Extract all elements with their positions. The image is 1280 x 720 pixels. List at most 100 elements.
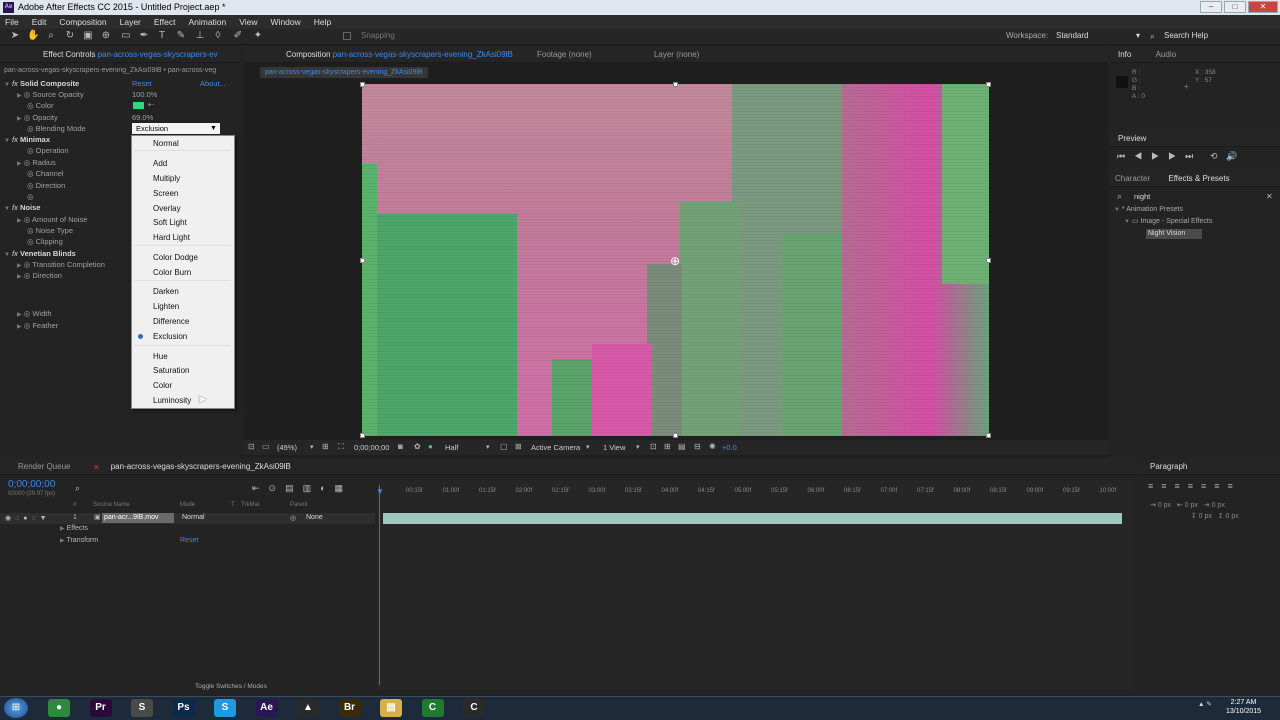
transform-handle[interactable] xyxy=(986,258,991,263)
fast-previews-icon[interactable]: ⊞ xyxy=(664,442,671,451)
blend-mode-option[interactable]: Difference xyxy=(153,315,189,328)
taskbar-photoshop-icon[interactable]: Ps xyxy=(172,699,195,717)
blend-mode-option[interactable]: Saturation xyxy=(153,364,189,377)
start-button[interactable]: ⊞ xyxy=(4,698,28,718)
layer-transform[interactable]: ▶ Transform xyxy=(60,537,98,544)
eraser-tool-icon[interactable]: ◊ xyxy=(212,30,224,42)
timeline-timecode[interactable]: 0;00;00;00 xyxy=(8,479,55,490)
tray-icons[interactable]: ▲ ✎ xyxy=(1198,700,1212,708)
tab-paragraph[interactable]: Paragraph xyxy=(1150,462,1187,471)
taskbar-sublime-icon[interactable]: S xyxy=(131,699,153,717)
minimize-button[interactable]: – xyxy=(1200,1,1222,13)
zoom-level[interactable]: (49%) xyxy=(277,443,297,452)
blend-mode-option[interactable]: Exclusion xyxy=(153,330,187,343)
effects-search-input[interactable]: night xyxy=(1134,192,1150,201)
camera-select[interactable]: Active Camera xyxy=(531,443,580,452)
timeline-icon[interactable]: ▤ xyxy=(678,442,686,451)
menu-help[interactable]: Help xyxy=(314,15,331,29)
fx-reset-link[interactable]: Reset xyxy=(132,78,152,89)
fx-noise[interactable]: ▼ fx Noise xyxy=(4,202,40,213)
pickwhip-icon[interactable]: ◎ xyxy=(290,514,296,522)
taskbar-explorer-icon[interactable]: ▤ xyxy=(380,699,402,717)
search-help[interactable]: Search Help xyxy=(1164,31,1208,40)
prop-feather[interactable]: ▶ ◎ Feather xyxy=(17,320,58,331)
prop-amount-of-noise[interactable]: ▶ ◎ Amount of Noise xyxy=(17,214,87,225)
timeline-graph[interactable] xyxy=(377,480,1132,690)
menu-layer[interactable]: Layer xyxy=(120,15,141,29)
menu-effect[interactable]: Effect xyxy=(154,15,176,29)
maximize-button[interactable]: □ xyxy=(1224,1,1246,13)
anchor-point-icon[interactable]: ⊕ xyxy=(670,254,680,268)
tab-info[interactable]: Info xyxy=(1118,50,1131,59)
taskbar-bridge-icon[interactable]: Br xyxy=(338,699,361,717)
fx-solid-composite[interactable]: ▼ fx Solid Composite xyxy=(4,78,79,89)
selection-tool-icon[interactable]: ➤ xyxy=(9,30,21,42)
search-icon[interactable]: ⌕ xyxy=(75,483,80,494)
tab-effects-presets[interactable]: Effects & Presets xyxy=(1168,174,1229,183)
blend-mode-option[interactable]: Color Dodge xyxy=(153,251,198,264)
blend-mode-option[interactable]: Hue xyxy=(153,350,168,363)
menu-edit[interactable]: Edit xyxy=(32,15,47,29)
views-select[interactable]: 1 View xyxy=(603,443,625,452)
menu-file[interactable]: File xyxy=(5,15,19,29)
safe-zones-icon[interactable]: ⛶ xyxy=(338,442,344,452)
timeline-switch-icons[interactable]: ⇤⊙▤▥◐▦ xyxy=(252,483,352,494)
layer-mode[interactable]: Normal xyxy=(182,514,205,521)
tab-composition[interactable]: Composition xyxy=(286,50,330,59)
blend-mode-option[interactable]: Normal xyxy=(153,137,179,150)
roto-tool-icon[interactable]: ✐ xyxy=(232,30,244,42)
blend-mode-option[interactable]: Color Burn xyxy=(153,266,191,279)
fx-about-link[interactable]: About... xyxy=(200,78,226,89)
flowchart-icon[interactable]: ⊟ xyxy=(694,442,701,451)
tab-character[interactable]: Character xyxy=(1115,174,1150,183)
blend-mode-option[interactable]: Soft Light xyxy=(153,216,187,229)
opacity-value[interactable]: 69.0% xyxy=(132,112,153,123)
channel-icon[interactable]: ● xyxy=(428,442,433,451)
transparency-grid-icon[interactable]: ⊠ xyxy=(515,442,522,451)
tab-timeline[interactable]: pan-across-vegas-skyscrapers-evening_ZkA… xyxy=(111,462,291,471)
taskbar-aftereffects-icon[interactable]: Ae xyxy=(255,699,278,717)
taskbar-chrome-icon[interactable]: ● xyxy=(48,699,70,717)
menu-composition[interactable]: Composition xyxy=(59,15,106,29)
exposure-icon[interactable]: ✺ xyxy=(709,442,716,451)
viewer-timecode[interactable]: 0;00;00;00 xyxy=(354,443,389,452)
loop-icon[interactable]: ⟲ xyxy=(1210,151,1218,162)
puppet-tool-icon[interactable]: ✦ xyxy=(252,30,264,42)
transform-handle[interactable] xyxy=(673,433,678,438)
current-time-indicator[interactable] xyxy=(379,485,380,685)
comp-breadcrumb[interactable]: pan-across-vegas-skyscrapers-evening_ZkA… xyxy=(260,67,428,78)
playback-controls[interactable]: ⏮◀▶▶⏭ xyxy=(1117,151,1202,162)
close-tab-icon[interactable]: ✕ xyxy=(93,463,100,472)
tab-footage[interactable]: Footage (none) xyxy=(537,50,592,59)
prop-vb-direction[interactable]: ▶ ◎ Direction xyxy=(17,270,62,281)
roi-icon[interactable]: ▢ xyxy=(500,442,508,451)
blend-mode-option[interactable]: Screen xyxy=(153,187,178,200)
stopwatch-icon[interactable]: ◎ xyxy=(27,191,34,202)
blend-mode-option[interactable]: Color xyxy=(153,379,172,392)
effect-controls-tab[interactable]: Effect Controls pan-across-vegas-skyscra… xyxy=(0,47,240,63)
toggle-pixel-aspect-icon[interactable]: ⊡ xyxy=(650,442,657,451)
transform-handle[interactable] xyxy=(360,433,365,438)
brush-tool-icon[interactable]: ✎ xyxy=(175,30,187,42)
zoom-tool-icon[interactable]: ⌕ xyxy=(45,30,57,42)
show-snapshot-icon[interactable]: ✿ xyxy=(414,442,421,451)
camera-snapshot-icon[interactable]: ◙ xyxy=(398,442,403,451)
blend-mode-option[interactable]: Hard Light xyxy=(153,231,190,244)
taskbar-camtasia-icon[interactable]: C xyxy=(421,699,444,717)
tab-layer[interactable]: Layer (none) xyxy=(654,50,699,59)
prop-width[interactable]: ▶ ◎ Width xyxy=(17,308,52,319)
hand-tool-icon[interactable]: ✋ xyxy=(27,30,39,42)
clear-search-icon[interactable]: ✕ xyxy=(1266,192,1273,201)
tray-clock[interactable]: 2:27 AM 13/10/2015 xyxy=(1226,698,1261,716)
blend-mode-option[interactable]: Darken xyxy=(153,285,179,298)
mask-tool-icon[interactable]: ▭ xyxy=(120,30,132,42)
chevron-down-icon[interactable]: ▼ xyxy=(207,123,220,134)
menu-animation[interactable]: Animation xyxy=(188,15,226,29)
pan-behind-tool-icon[interactable]: ⊕ xyxy=(100,30,112,42)
rotate-tool-icon[interactable]: ↻ xyxy=(64,30,76,42)
prop-transition-completion[interactable]: ▶ ◎ Transition Completion xyxy=(17,259,105,270)
tab-composition-file[interactable]: pan-across-vegas-skyscrapers-evening_ZkA… xyxy=(333,50,513,59)
paragraph-align-icons[interactable]: ≡≡≡≡≡≡≡ xyxy=(1148,481,1241,491)
transform-handle[interactable] xyxy=(986,82,991,87)
transform-handle[interactable] xyxy=(986,433,991,438)
